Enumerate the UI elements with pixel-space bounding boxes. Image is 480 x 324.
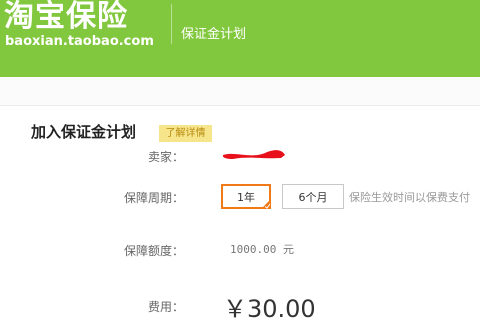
learn-more-link[interactable]: 了解详情 xyxy=(159,125,212,142)
period-hint: 保险生效时间以保费支付 xyxy=(349,191,470,204)
logo-url[interactable]: baoxian.taobao.com xyxy=(5,34,154,49)
coverage-amount-label: 保障额度： xyxy=(123,244,184,258)
period-label: 保障周期： xyxy=(123,191,184,205)
section-divider xyxy=(0,105,480,106)
period-option-label: 1年 xyxy=(237,191,255,204)
header-title: 保证金计划 xyxy=(181,27,247,42)
page-title: 加入保证金计划 xyxy=(31,123,137,141)
seller-label: 卖家： xyxy=(147,150,184,164)
site-header: 淘宝保险 baoxian.taobao.com 保证金计划 xyxy=(0,0,480,77)
seller-name-redaction xyxy=(222,150,285,159)
header-gap xyxy=(0,77,480,105)
taobao-insurance-logo[interactable]: 淘宝保险 xyxy=(4,0,128,34)
header-divider xyxy=(171,4,172,44)
period-option-1-year[interactable]: 1年 xyxy=(221,184,271,209)
period-option-6-months[interactable]: 6个月 xyxy=(282,184,344,209)
coverage-amount-value: 1000.00 元 xyxy=(230,243,294,256)
selected-check-icon xyxy=(261,199,271,209)
fee-value: ￥30.00 xyxy=(223,295,316,323)
fee-label: 费用： xyxy=(147,300,184,314)
period-option-label: 6个月 xyxy=(298,191,328,204)
